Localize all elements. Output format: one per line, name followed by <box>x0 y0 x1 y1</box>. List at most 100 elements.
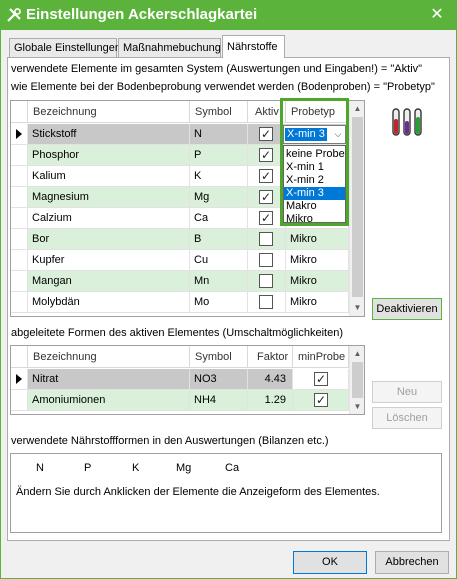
col-header-name[interactable]: Bezeichnung <box>28 346 190 368</box>
cell-factor[interactable]: 1.29 <box>248 390 293 411</box>
tab-measure-booking[interactable]: Maßnahmebuchung <box>118 38 221 57</box>
grid-corner <box>11 346 28 368</box>
cell-symbol[interactable]: Mg <box>190 187 248 208</box>
col-header-minprobe[interactable]: minProbe <box>293 346 349 368</box>
cell-probetyp[interactable]: Mikro <box>286 292 349 313</box>
row-indicator <box>11 250 28 271</box>
dropdown-option[interactable]: X-min 2 <box>284 174 345 187</box>
cell-name[interactable]: Nitrat <box>28 369 190 390</box>
form-item-p[interactable]: P <box>84 462 91 474</box>
cell-name[interactable]: Magnesium <box>28 187 190 208</box>
probetyp-dropdown-list[interactable]: keine Probe X-min 1 X-min 2 X-min 3 Makr… <box>283 145 346 226</box>
col-header-active[interactable]: Aktiv <box>248 101 286 123</box>
cell-symbol[interactable]: P <box>190 145 248 166</box>
cell-name[interactable]: Amoniumionen <box>28 390 190 411</box>
cell-active[interactable] <box>248 292 286 313</box>
active-checkbox[interactable] <box>259 127 273 141</box>
col-header-symbol[interactable]: Symbol <box>190 346 248 368</box>
cell-symbol[interactable]: Mo <box>190 292 248 313</box>
active-checkbox[interactable] <box>259 211 273 225</box>
derived-scrollbar[interactable]: ▲ ▼ <box>349 346 364 414</box>
table-row[interactable]: Bor B Mikro <box>11 229 349 250</box>
cell-active[interactable] <box>248 124 286 145</box>
tab-nutrients[interactable]: Nährstoffe <box>222 35 285 58</box>
active-checkbox[interactable] <box>259 169 273 183</box>
cell-name[interactable]: Bor <box>28 229 190 250</box>
col-header-probetyp[interactable]: Probetyp <box>286 101 349 123</box>
cell-probetyp[interactable]: Mikro <box>286 271 349 292</box>
cell-name[interactable]: Calzium <box>28 208 190 229</box>
active-checkbox[interactable] <box>259 253 273 267</box>
cancel-button[interactable]: Abbrechen <box>375 551 449 574</box>
cell-factor[interactable]: 4.43 <box>248 369 293 390</box>
combobox-value: X-min 3 <box>285 128 327 141</box>
derived-forms-grid[interactable]: Bezeichnung Symbol Faktor minProbe Nitra… <box>10 345 365 415</box>
cell-name[interactable]: Stickstoff <box>28 124 190 145</box>
cell-probetyp[interactable]: Mikro <box>286 229 349 250</box>
scroll-up-icon[interactable]: ▲ <box>350 101 364 116</box>
form-item-ca[interactable]: Ca <box>225 462 239 474</box>
deactivate-button[interactable]: Deaktivieren <box>372 298 442 320</box>
dropdown-option-selected[interactable]: X-min 3 <box>284 187 345 200</box>
scroll-thumb[interactable] <box>352 117 363 297</box>
cell-minprobe[interactable] <box>293 369 349 390</box>
dropdown-option[interactable]: keine Probe <box>284 148 345 161</box>
probetyp-combobox[interactable]: X-min 3 ⌵ <box>283 125 346 144</box>
col-header-factor[interactable]: Faktor <box>248 346 293 368</box>
dropdown-option[interactable]: Mikro <box>284 213 345 226</box>
active-checkbox[interactable] <box>259 295 273 309</box>
chevron-down-icon[interactable]: ⌵ <box>330 126 346 143</box>
cell-symbol[interactable]: Ca <box>190 208 248 229</box>
form-item-mg[interactable]: Mg <box>176 462 191 474</box>
cell-symbol[interactable]: Mn <box>190 271 248 292</box>
cell-active[interactable] <box>248 187 286 208</box>
cell-symbol[interactable]: NH4 <box>190 390 248 411</box>
cell-name[interactable]: Kalium <box>28 166 190 187</box>
cell-active[interactable] <box>248 229 286 250</box>
close-button[interactable]: ✕ <box>426 5 448 25</box>
scroll-down-icon[interactable]: ▼ <box>350 300 364 315</box>
cell-probetyp[interactable]: Mikro <box>286 250 349 271</box>
cell-name[interactable]: Phosphor <box>28 145 190 166</box>
cell-active[interactable] <box>248 250 286 271</box>
cell-name[interactable]: Kupfer <box>28 250 190 271</box>
cell-minprobe[interactable] <box>293 390 349 411</box>
tab-global-settings[interactable]: Globale Einstellungen <box>9 38 121 57</box>
form-item-k[interactable]: K <box>132 462 139 474</box>
minprobe-checkbox[interactable] <box>314 393 328 407</box>
cell-symbol[interactable]: Cu <box>190 250 248 271</box>
active-checkbox[interactable] <box>259 274 273 288</box>
new-button[interactable]: Neu <box>372 381 442 403</box>
title-bar[interactable]: Einstellungen Ackerschlagkartei ✕ <box>0 0 457 30</box>
form-item-n[interactable]: N <box>36 462 44 474</box>
cell-symbol[interactable]: B <box>190 229 248 250</box>
cell-active[interactable] <box>248 145 286 166</box>
cell-symbol[interactable]: K <box>190 166 248 187</box>
active-checkbox[interactable] <box>259 148 273 162</box>
table-row[interactable]: Molybdän Mo Mikro <box>11 292 349 313</box>
table-row[interactable]: Amoniumionen NH4 1.29 <box>11 390 349 411</box>
table-row[interactable]: Kupfer Cu Mikro <box>11 250 349 271</box>
col-header-symbol[interactable]: Symbol <box>190 101 248 123</box>
table-row[interactable]: Nitrat NO3 4.43 <box>11 369 349 390</box>
scroll-up-icon[interactable]: ▲ <box>350 346 364 361</box>
dropdown-option[interactable]: Makro <box>284 200 345 213</box>
col-header-name[interactable]: Bezeichnung <box>28 101 190 123</box>
cell-symbol[interactable]: NO3 <box>190 369 248 390</box>
scroll-thumb[interactable] <box>352 362 363 398</box>
cell-active[interactable] <box>248 271 286 292</box>
cell-active[interactable] <box>248 166 286 187</box>
delete-button[interactable]: Löschen <box>372 407 442 429</box>
scroll-down-icon[interactable]: ▼ <box>350 399 364 414</box>
active-checkbox[interactable] <box>259 232 273 246</box>
cell-symbol[interactable]: N <box>190 124 248 145</box>
table-row[interactable]: Mangan Mn Mikro <box>11 271 349 292</box>
ok-button[interactable]: OK <box>293 551 367 574</box>
cell-name[interactable]: Mangan <box>28 271 190 292</box>
cell-active[interactable] <box>248 208 286 229</box>
dropdown-option[interactable]: X-min 1 <box>284 161 345 174</box>
elements-scrollbar[interactable]: ▲ ▼ <box>349 101 364 316</box>
cell-name[interactable]: Molybdän <box>28 292 190 313</box>
active-checkbox[interactable] <box>259 190 273 204</box>
minprobe-checkbox[interactable] <box>314 372 328 386</box>
